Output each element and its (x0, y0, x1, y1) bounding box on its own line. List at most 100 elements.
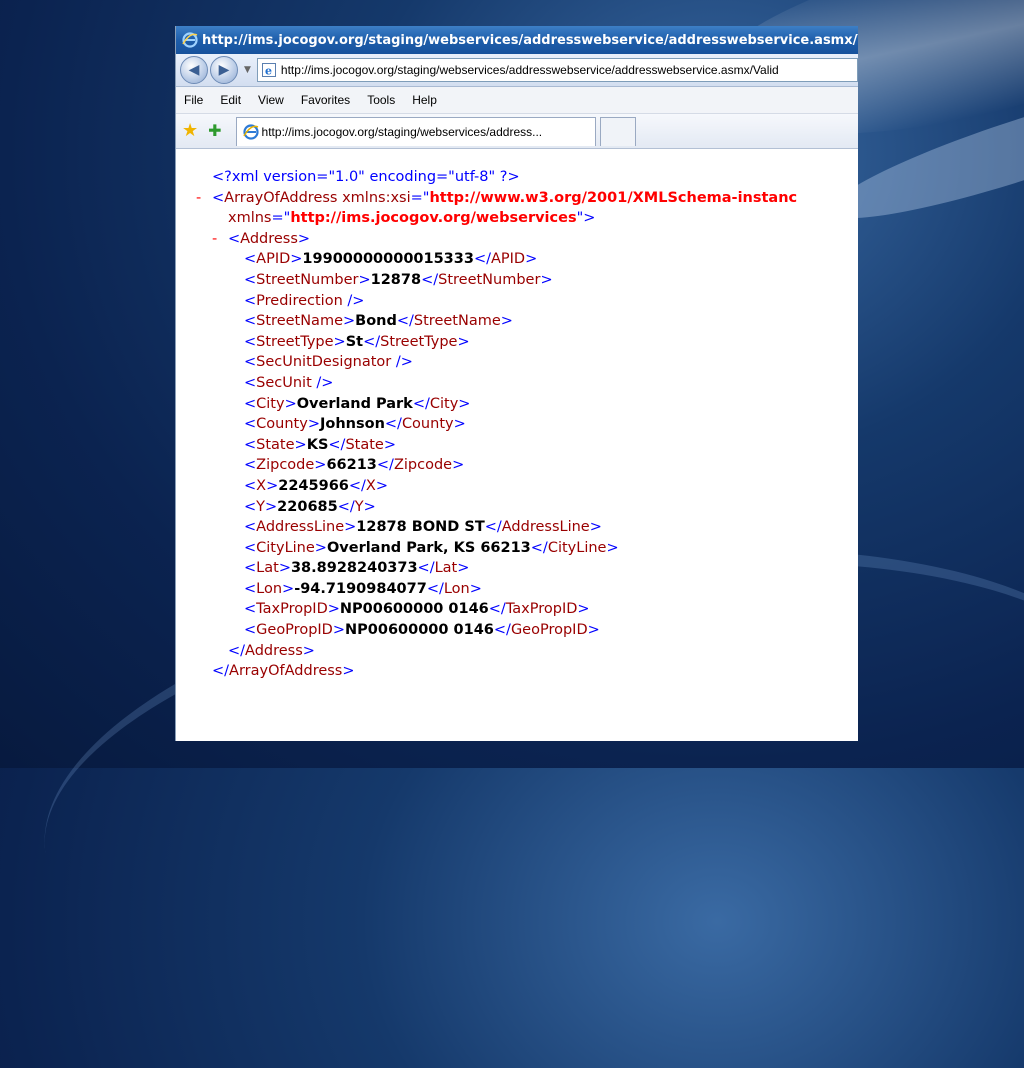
bracket: > (284, 395, 297, 412)
element-tag: City (256, 395, 285, 412)
bracket: > (452, 457, 465, 474)
xml-document: <?xml version="1.0" encoding="utf-8" ?> … (176, 149, 858, 682)
bracket: </ (412, 395, 430, 412)
favorites-tab-bar: ★ ✚ http://ims.jocogov.org/staging/webse… (176, 114, 858, 149)
ie-logo-icon (182, 32, 198, 48)
back-arrow-icon[interactable]: ◀ (180, 56, 208, 84)
element-value: 12878 BOND ST (356, 519, 485, 536)
bracket: > (375, 477, 389, 494)
address-bar[interactable]: e http://ims.jocogov.org/staging/webserv… (256, 58, 858, 82)
bracket: </ (473, 251, 491, 268)
collapse-toggle[interactable]: - (196, 188, 201, 209)
bracket: < (244, 271, 257, 288)
element-value: 220685 (277, 498, 338, 515)
bracket: </ (493, 622, 511, 639)
bracket: < (244, 457, 257, 474)
add-favorites-icon[interactable]: ✚ (208, 123, 221, 139)
bracket: < (244, 292, 257, 309)
bracket: > (282, 580, 295, 597)
element-value: NP00600000 0146 (345, 622, 494, 639)
bracket: > (500, 313, 513, 330)
xml-field-line: <APID>19900000000015333</APID> (196, 249, 858, 270)
element-value: Overland Park (296, 395, 413, 412)
element-tag: Predirection (256, 292, 343, 309)
xml-field-line: <County>Johnson</County> (196, 414, 858, 435)
bracket: < (244, 601, 257, 618)
menu-view[interactable]: View (258, 93, 284, 107)
history-dropdown-icon[interactable]: ▼ (244, 65, 251, 75)
new-tab-button[interactable] (599, 116, 636, 146)
element-tag: CityLine (547, 539, 607, 556)
element-tag: Lat (434, 560, 458, 577)
bracket: </ (384, 416, 402, 433)
xml-root-close: </ArrayOfAddress> (212, 663, 355, 680)
xml-field-line: <X>2245966</X> (196, 476, 858, 497)
element-tag: SecUnit (256, 374, 312, 391)
bracket: </ (337, 498, 355, 515)
element-value: 2245966 (278, 477, 349, 494)
bracket: > (606, 539, 619, 556)
bracket: </ (328, 436, 346, 453)
element-value: Overland Park, KS 66213 (326, 539, 531, 556)
bracket: > (540, 271, 553, 288)
menu-tools[interactable]: Tools (367, 93, 395, 107)
bracket: > (307, 416, 320, 433)
window-title: http://ims.jocogov.org/staging/webservic… (202, 32, 858, 48)
xml-fields: <APID>19900000000015333</APID> <StreetNum… (196, 249, 858, 640)
bracket: </ (363, 333, 381, 350)
bracket: < (244, 498, 257, 515)
xml-field-line: <StreetName>Bond</StreetName> (196, 311, 858, 332)
xml-field-line: <Y>220685</Y> (196, 497, 858, 518)
bracket: > (457, 560, 470, 577)
element-value: St (345, 333, 364, 350)
element-tag: Lat (256, 560, 279, 577)
xml-field-line: <TaxPropID>NP00600000 0146</TaxPropID> (196, 599, 858, 620)
element-tag: StreetNumber (438, 271, 541, 288)
menu-bar: File Edit View Favorites Tools Help (176, 87, 858, 114)
element-tag: Lon (256, 580, 283, 597)
browser-window: http://ims.jocogov.org/staging/webservic… (175, 26, 858, 741)
xml-root-attr: xmlns="http://ims.jocogov.org/webservice… (228, 210, 596, 227)
navigation-bar: ◀ ▶ ▼ e http://ims.jocogov.org/staging/w… (176, 54, 858, 87)
element-tag: StreetName (256, 313, 343, 330)
bracket: /> (342, 292, 365, 309)
element-value: 12878 (370, 271, 422, 288)
bracket: < (244, 313, 257, 330)
tab-current[interactable]: http://ims.jocogov.org/staging/webservic… (235, 116, 596, 146)
element-tag: AddressLine (501, 519, 590, 536)
bracket: > (332, 622, 345, 639)
bracket: </ (426, 580, 444, 597)
bracket: > (383, 436, 396, 453)
element-value: 66213 (326, 457, 377, 474)
collapse-toggle[interactable]: - (212, 229, 217, 250)
star-icon[interactable]: ★ (182, 122, 198, 140)
bracket: < (244, 477, 257, 494)
element-value: 38.8928240373 (290, 560, 418, 577)
bracket: > (587, 622, 600, 639)
xml-field-line: <StreetType>St</StreetType> (196, 332, 858, 353)
forward-arrow-icon[interactable]: ▶ (210, 56, 238, 84)
bracket: > (278, 560, 291, 577)
element-value: Bond (355, 313, 397, 330)
bracket: < (244, 354, 257, 371)
title-bar: http://ims.jocogov.org/staging/webservic… (176, 26, 858, 54)
bracket: > (314, 457, 327, 474)
bracket: > (457, 333, 470, 350)
xml-address-close: </Address> (228, 642, 315, 659)
bracket: > (344, 519, 357, 536)
element-tag: Lon (443, 580, 470, 597)
element-tag: GeoPropID (256, 622, 333, 639)
menu-favorites[interactable]: Favorites (301, 93, 350, 107)
xml-address-open: - <Address> (196, 229, 858, 250)
element-value: Johnson (319, 416, 385, 433)
element-tag: TaxPropID (256, 601, 328, 618)
menu-file[interactable]: File (184, 93, 203, 107)
menu-help[interactable]: Help (412, 93, 437, 107)
xml-root-open: - <ArrayOfAddress xmlns:xsi="http://www.… (196, 188, 858, 209)
bracket: </ (348, 477, 366, 494)
bracket: > (327, 601, 340, 618)
bracket: </ (421, 271, 439, 288)
element-tag: GeoPropID (510, 622, 588, 639)
menu-edit[interactable]: Edit (220, 93, 241, 107)
xml-field-line: <Zipcode>66213</Zipcode> (196, 455, 858, 476)
